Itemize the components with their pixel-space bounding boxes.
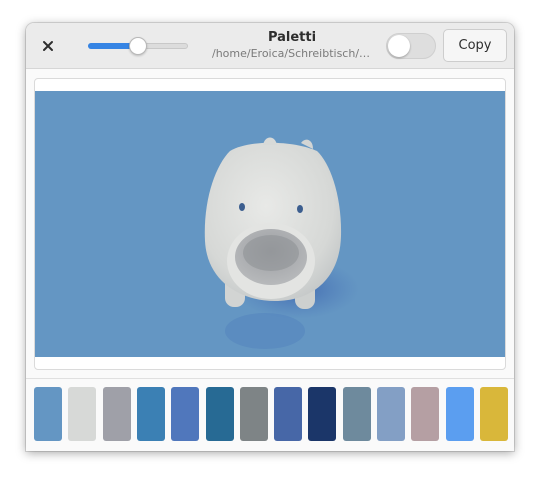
color-swatch[interactable] (137, 387, 165, 441)
color-swatch[interactable] (34, 387, 62, 441)
app-window: Paletti /home/Eroica/Schreibtisch/pig.pn… (26, 23, 514, 451)
color-swatch[interactable] (206, 387, 234, 441)
color-swatch[interactable] (240, 387, 268, 441)
palette-swatches (34, 387, 508, 443)
window-title: Paletti (267, 30, 317, 45)
color-swatch[interactable] (171, 387, 199, 441)
color-swatch[interactable] (68, 387, 96, 441)
image-frame (34, 78, 506, 370)
toggle-switch[interactable] (386, 33, 436, 59)
toggle-knob (388, 35, 410, 57)
copy-button[interactable]: Copy (443, 29, 507, 62)
palette-size-slider[interactable] (88, 37, 190, 55)
slider-handle[interactable] (129, 37, 147, 55)
color-swatch[interactable] (343, 387, 371, 441)
color-swatch[interactable] (103, 387, 131, 441)
header-bar: Paletti /home/Eroica/Schreibtisch/pig.pn… (26, 23, 514, 69)
color-swatch[interactable] (446, 387, 474, 441)
separator (26, 378, 514, 379)
close-icon (43, 41, 53, 51)
color-swatch[interactable] (480, 387, 508, 441)
close-button[interactable] (36, 34, 60, 58)
color-swatch[interactable] (274, 387, 302, 441)
color-swatch[interactable] (377, 387, 405, 441)
file-path-subtitle: /home/Eroica/Schreibtisch/pig.png (212, 47, 372, 60)
color-swatch[interactable] (411, 387, 439, 441)
title-area: Paletti /home/Eroica/Schreibtisch/pig.pn… (196, 29, 388, 61)
color-swatch[interactable] (308, 387, 336, 441)
loaded-image (35, 91, 505, 357)
